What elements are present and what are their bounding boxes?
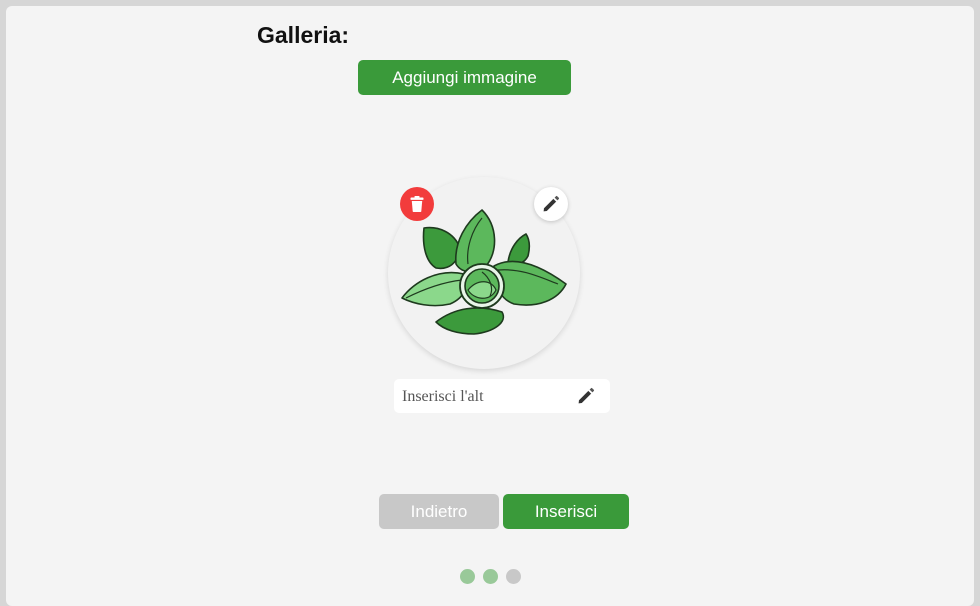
alt-text-field: [394, 379, 610, 413]
add-image-button[interactable]: Aggiungi immagine: [358, 60, 571, 95]
step-dot: [483, 569, 498, 584]
step-indicator: [460, 569, 521, 584]
delete-image-button[interactable]: [400, 187, 434, 221]
step-dot: [506, 569, 521, 584]
back-button[interactable]: Indietro: [379, 494, 499, 529]
gallery-title: Galleria:: [257, 22, 350, 48]
lotus-leaf-logo: [401, 209, 567, 335]
pencil-icon: [543, 195, 560, 212]
step-dot: [460, 569, 475, 584]
trash-icon: [410, 196, 424, 212]
alt-input[interactable]: [400, 383, 574, 411]
pencil-icon[interactable]: [577, 387, 595, 405]
edit-image-button[interactable]: [534, 187, 568, 221]
insert-button[interactable]: Inserisci: [503, 494, 629, 529]
